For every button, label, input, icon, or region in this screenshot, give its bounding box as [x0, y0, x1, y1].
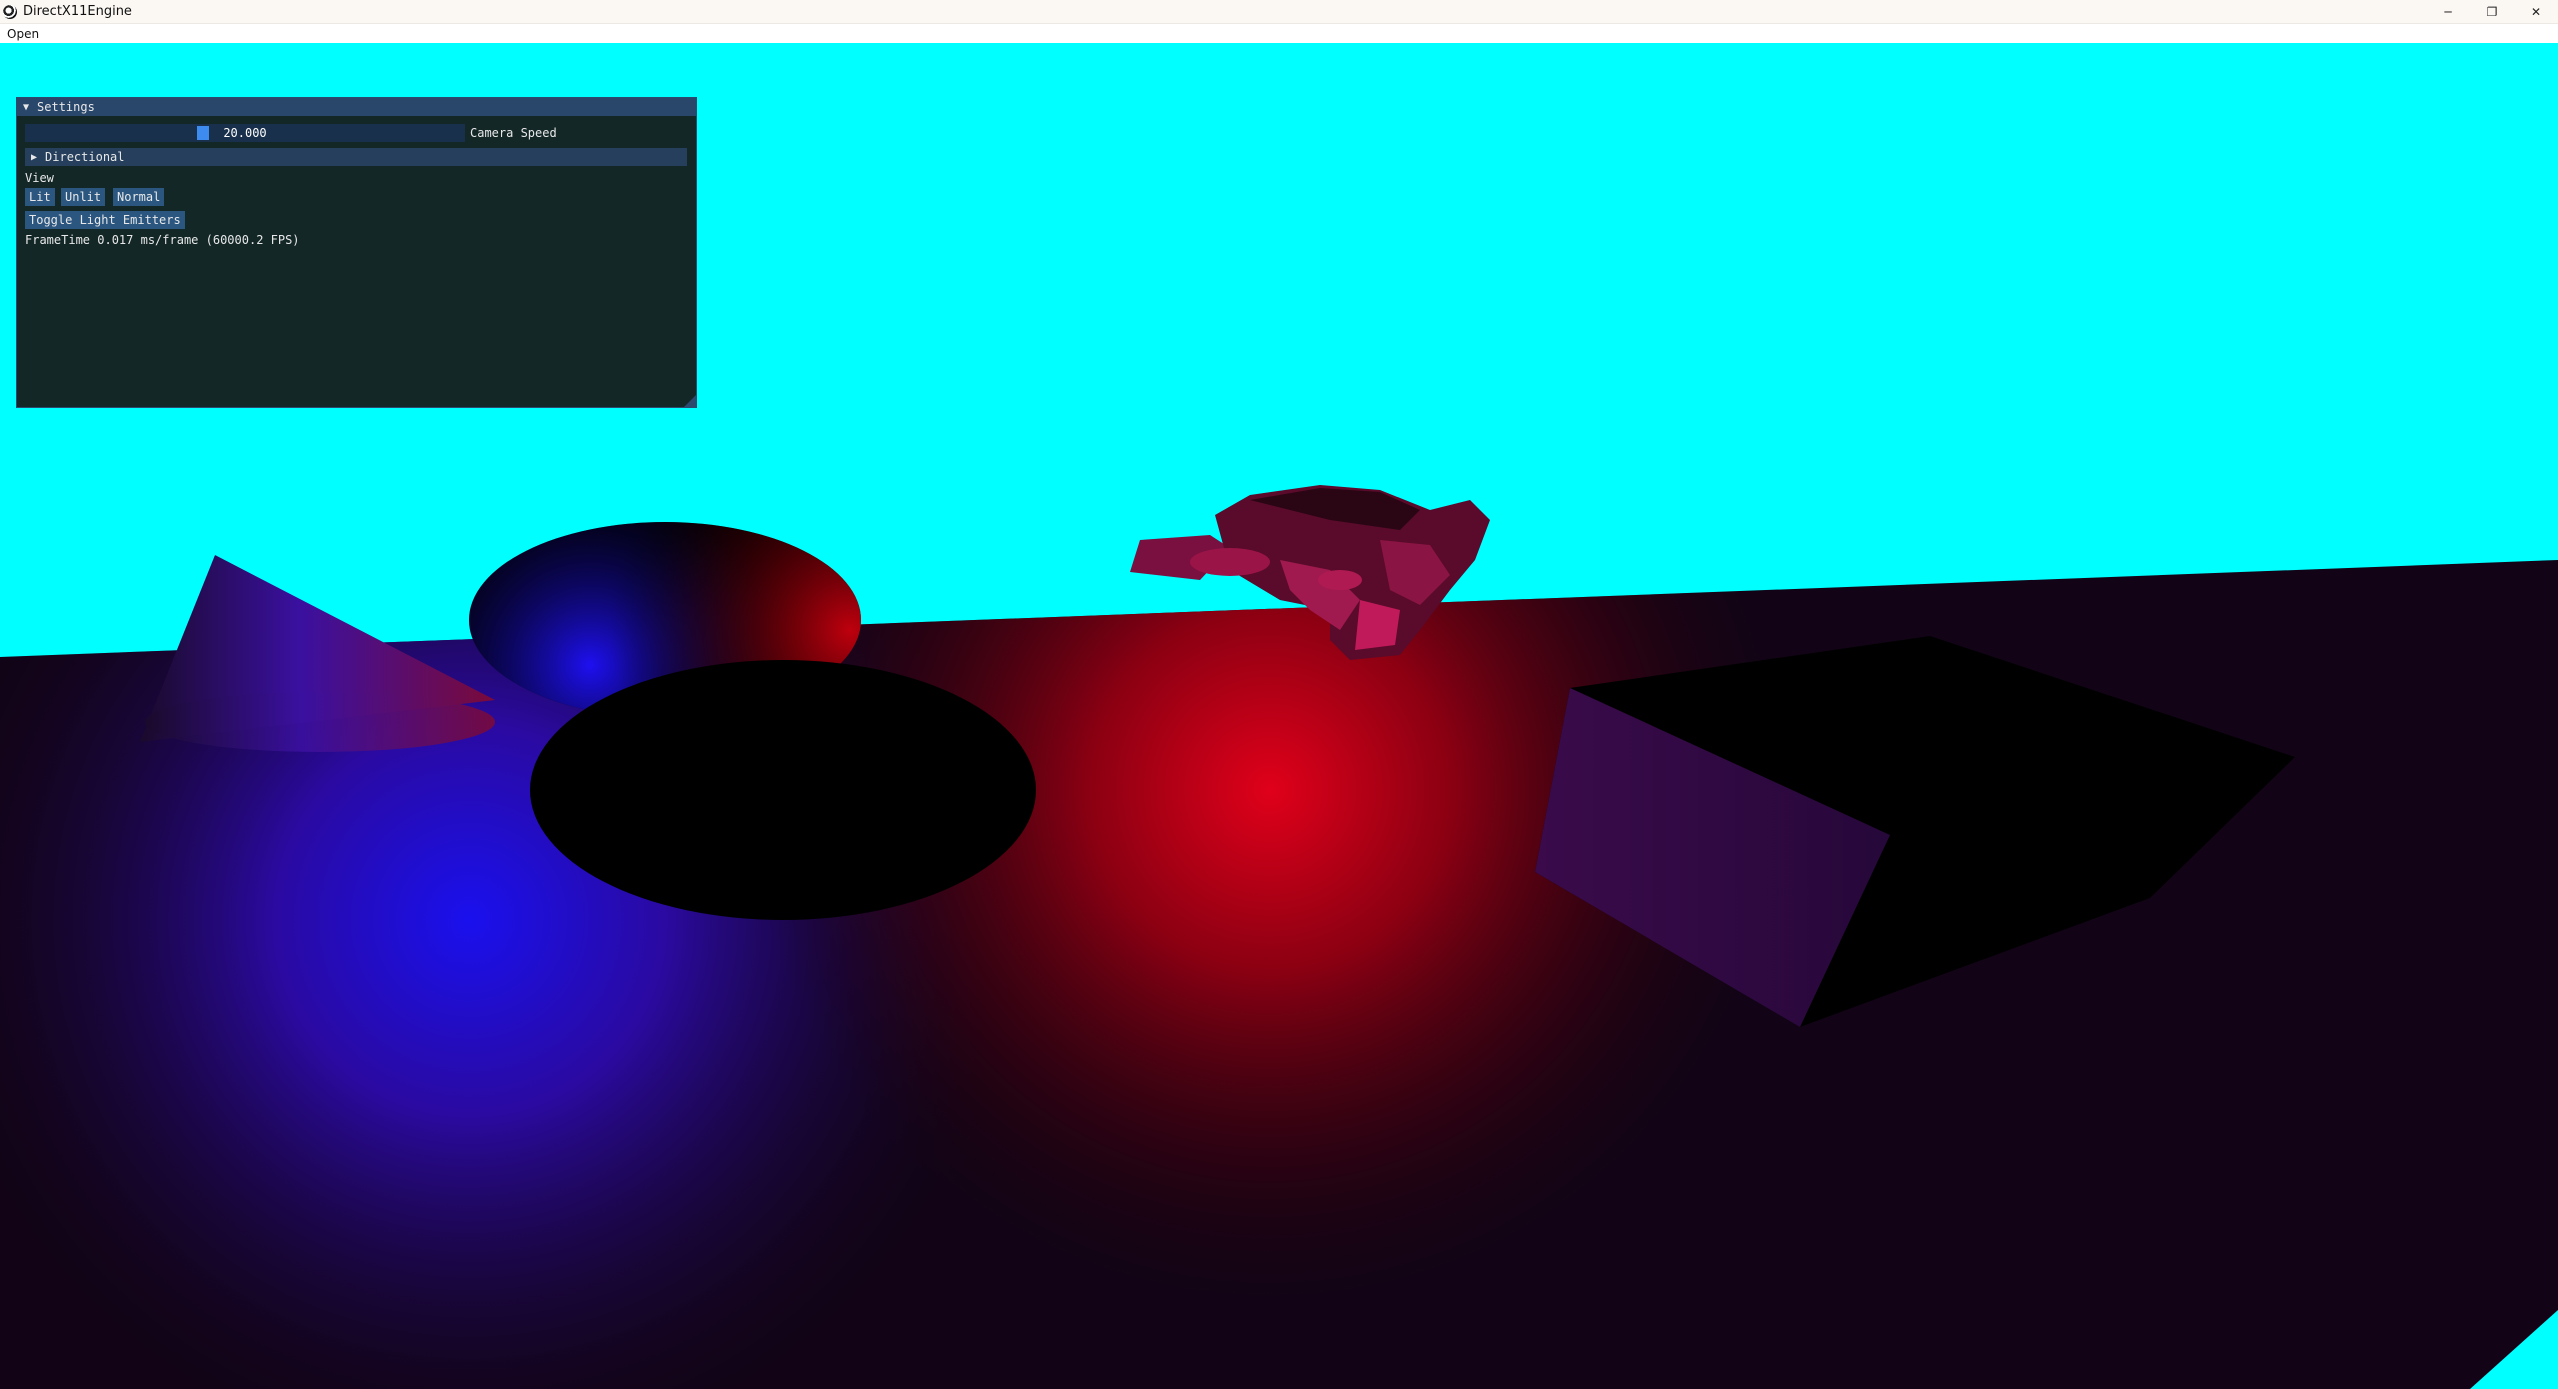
lit-button[interactable]: Lit — [25, 188, 55, 206]
collapse-triangle-icon[interactable]: ▼ — [23, 102, 29, 113]
settings-panel-titlebar[interactable]: ▼ Settings — [17, 98, 696, 116]
app-window: DirectX11Engine ─ ❐ ✕ Open ▼ Settings 20… — [0, 0, 2558, 1389]
window-title: DirectX11Engine — [23, 4, 132, 19]
expand-triangle-icon: ▶ — [31, 151, 38, 163]
menu-bar: Open — [0, 24, 2558, 43]
unlit-button[interactable]: Unlit — [61, 188, 106, 206]
app-icon — [3, 4, 17, 19]
resize-grip-icon[interactable] — [684, 395, 696, 407]
restore-button[interactable]: ❐ — [2470, 0, 2514, 23]
frametime-readout: FrameTime 0.017 ms/frame (60000.2 FPS) — [25, 233, 300, 247]
camera-speed-value: 20.000 — [223, 126, 267, 140]
hemisphere — [530, 660, 1036, 920]
menu-item-open[interactable]: Open — [7, 27, 39, 41]
title-bar[interactable]: DirectX11Engine ─ ❐ ✕ — [0, 0, 2558, 24]
normal-button[interactable]: Normal — [113, 188, 165, 206]
camera-speed-slider[interactable]: 20.000 — [25, 124, 465, 142]
camera-speed-label: Camera Speed — [470, 126, 557, 140]
settings-panel-title: Settings — [37, 100, 95, 114]
toggle-light-emitters-button[interactable]: Toggle Light Emitters — [25, 211, 185, 229]
view-label: View — [25, 171, 54, 185]
minimize-button[interactable]: ─ — [2426, 0, 2470, 23]
window-controls: ─ ❐ ✕ — [2426, 0, 2558, 23]
settings-panel: ▼ Settings 20.000 Camera Speed ▶ Directi… — [16, 97, 697, 408]
directional-label: Directional — [45, 150, 125, 164]
cone-base — [145, 692, 495, 752]
close-button[interactable]: ✕ — [2514, 0, 2558, 23]
directional-header[interactable]: ▶ Directional — [25, 148, 687, 166]
